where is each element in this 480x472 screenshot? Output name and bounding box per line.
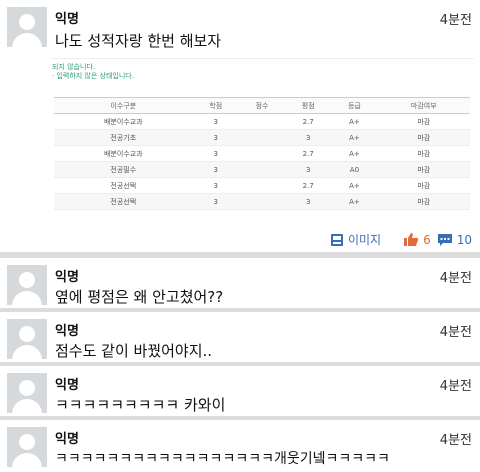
comment-author: 익명 [55, 270, 79, 285]
post-actions: 이미지 6 10 [330, 231, 472, 248]
comment-author: 익명 [55, 324, 79, 339]
cell-score [238, 129, 286, 146]
cell-category: 배분이수교과 [54, 145, 193, 162]
avatar[interactable] [7, 427, 47, 467]
table-row: 전공선택 3 3 A+ 마감 [54, 193, 470, 210]
image-button[interactable]: 이미지 [330, 231, 381, 248]
comment-button[interactable]: 10 [437, 233, 472, 247]
cell-gpa: 3 [285, 161, 332, 178]
comment-time: 4분전 [439, 271, 472, 286]
cell-grade: A0 [331, 161, 378, 178]
table-row: 배분이수교과 3 2.7 A+ 마감 [54, 145, 470, 162]
table-row: 배분이수교과 3 2.7 A+ 마감 [54, 113, 470, 130]
cell-closed: 마감 [377, 177, 470, 194]
comment-item: 익명 4분전 옆에 평점은 왜 안고쳤어?? [0, 258, 480, 308]
cell-category: 전공선택 [54, 177, 193, 194]
cell-grade: A+ [331, 193, 378, 210]
comment-text: 점수도 같이 바꿨어야지.. [55, 342, 213, 360]
cell-grade: A+ [331, 177, 378, 194]
cell-credit: 3 [192, 145, 239, 162]
table-row: 전공선택 3 2.7 A+ 마감 [54, 177, 470, 194]
thumbs-up-icon [404, 233, 419, 246]
image-icon [330, 233, 343, 246]
cell-gpa: 3 [285, 193, 332, 210]
cell-gpa: 2.7 [285, 113, 332, 130]
avatar[interactable] [7, 265, 47, 305]
comment-author: 익명 [55, 378, 79, 393]
like-button[interactable]: 6 [403, 232, 431, 247]
cell-gpa: 3 [285, 129, 332, 146]
cell-gpa: 2.7 [285, 145, 332, 162]
main-post: 익명 4분전 나도 성적자랑 한번 해보자 되지 않습니다. · 입력하지 않은… [0, 0, 480, 252]
comment-icon [437, 233, 452, 246]
cell-closed: 마감 [377, 145, 470, 162]
comment-text: ㅋㅋㅋㅋㅋㅋㅋㅋㅋㅋㅋㅋㅋㅋㅋㅋㅋ개웃기넼ㅋㅋㅋㅋㅋ [55, 451, 390, 467]
comment-item: 익명 4분전 점수도 같이 바꿨어야지.. [0, 312, 480, 362]
comment-text: ㅋㅋㅋㅋㅋㅋㅋㅋㅋ 카와이 [55, 396, 226, 414]
post-text: 나도 성적자랑 한번 해보자 [55, 32, 222, 50]
header-score: 점수 [238, 97, 286, 114]
cell-closed: 마감 [377, 113, 470, 130]
cell-score [238, 161, 286, 178]
comment-time: 4분전 [439, 325, 472, 340]
grades-table: 이수구분 학점 점수 평점 등급 마감여부 배분이수교과 3 2.7 A+ 마감 [54, 97, 470, 210]
post-time: 4분전 [439, 13, 472, 28]
cell-score [238, 193, 286, 210]
like-count: 6 [423, 232, 431, 247]
cell-credit: 3 [192, 129, 239, 146]
attached-grade-image[interactable]: 되지 않습니다. · 입력하지 않은 상태입니다. 이수구분 학점 점수 평점 … [50, 58, 474, 226]
cell-grade: A+ [331, 129, 378, 146]
cell-score [238, 113, 286, 130]
cell-category: 배분이수교과 [54, 113, 193, 130]
cell-closed: 마감 [377, 129, 470, 146]
cell-category: 전공기초 [54, 129, 193, 146]
avatar[interactable] [7, 319, 47, 359]
comment-item: 익명 4분전 ㅋㅋㅋㅋㅋㅋㅋㅋㅋ 카와이 [0, 366, 480, 416]
cell-closed: 마감 [377, 193, 470, 210]
cell-credit: 3 [192, 177, 239, 194]
cell-category: 전공필수 [54, 161, 193, 178]
author-name: 익명 [55, 12, 79, 27]
image-label: 이미지 [347, 233, 382, 247]
avatar[interactable] [7, 373, 47, 413]
table-row: 전공기초 3 3 A+ 마감 [54, 129, 470, 146]
cell-score [238, 177, 286, 194]
cell-grade: A+ [331, 113, 378, 130]
cell-score [238, 145, 286, 162]
cell-credit: 3 [192, 161, 239, 178]
header-category: 이수구분 [54, 97, 193, 114]
comment-item: 익명 4분전 ㅋㅋㅋㅋㅋㅋㅋㅋㅋㅋㅋㅋㅋㅋㅋㅋㅋ개웃기넼ㅋㅋㅋㅋㅋ [0, 420, 480, 472]
header-credit: 학점 [192, 97, 239, 114]
header-gpa: 평점 [285, 97, 332, 114]
comment-count: 10 [456, 232, 472, 247]
comment-text: 옆에 평점은 왜 안고쳤어?? [55, 288, 224, 306]
comment-author: 익명 [55, 432, 79, 447]
cell-category: 전공선택 [54, 193, 193, 210]
notice-line-2: · 입력하지 않은 상태입니다. [52, 72, 134, 80]
comment-time: 4분전 [439, 433, 472, 448]
cell-credit: 3 [192, 193, 239, 210]
header-grade: 등급 [331, 97, 378, 114]
cell-closed: 마감 [377, 161, 470, 178]
comment-time: 4분전 [439, 379, 472, 394]
avatar[interactable] [7, 7, 47, 47]
header-closed: 마감여부 [377, 97, 470, 114]
cell-grade: A+ [331, 145, 378, 162]
table-row: 전공필수 3 3 A0 마감 [54, 161, 470, 178]
cell-gpa: 2.7 [285, 177, 332, 194]
notice-line-1: 되지 않습니다. [52, 63, 96, 71]
cell-credit: 3 [192, 113, 239, 130]
